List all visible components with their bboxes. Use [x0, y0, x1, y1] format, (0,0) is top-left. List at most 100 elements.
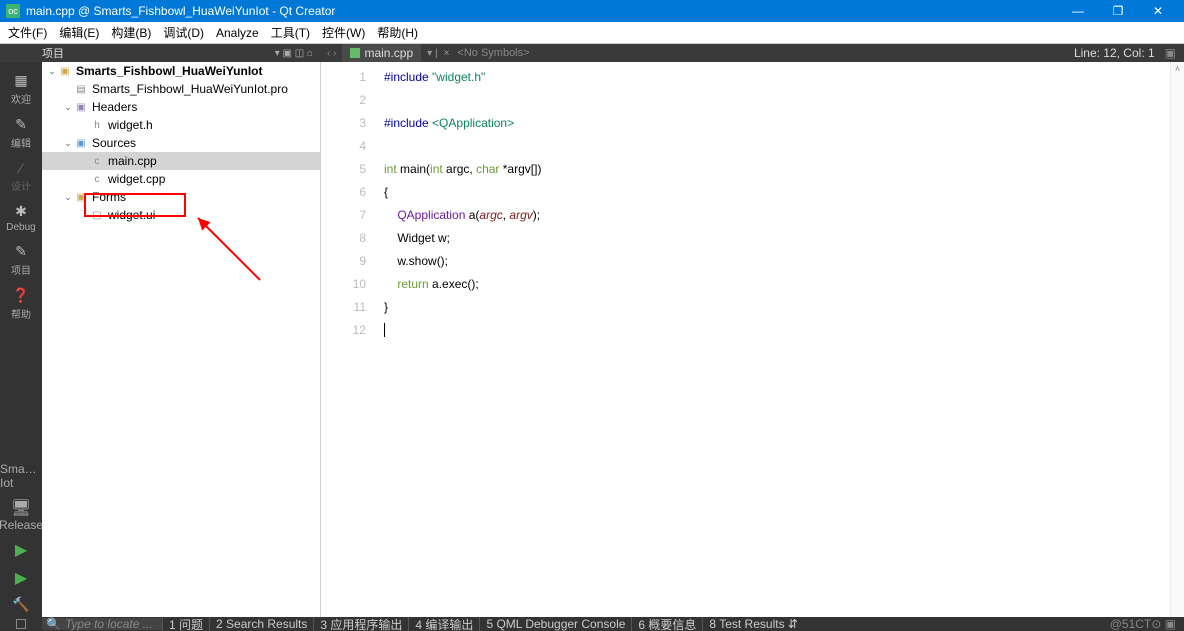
tree-main-cpp[interactable]: c main.cpp — [42, 152, 320, 170]
menu-build[interactable]: 构建(B) — [105, 22, 157, 44]
mode-projects[interactable]: ✎项目 — [0, 239, 42, 283]
expand-icon[interactable]: ⌄ — [46, 66, 58, 77]
menu-edit[interactable]: 编辑(E) — [53, 22, 105, 44]
tree-label: Forms — [92, 190, 126, 204]
tree-label: main.cpp — [108, 154, 157, 168]
mode-edit[interactable]: ✎编辑 — [0, 112, 42, 156]
tree-label: Smarts_Fishbowl_HuaWeiYunIot.pro — [92, 82, 288, 96]
welcome-icon: ▦ — [14, 72, 27, 89]
tree-sources[interactable]: ⌄ ▣ Sources — [42, 134, 320, 152]
tree-label: widget.cpp — [108, 172, 165, 186]
menu-file[interactable]: 文件(F) — [2, 22, 53, 44]
h-file-icon: h — [90, 118, 104, 132]
symbols-dropdown[interactable]: <No Symbols> — [449, 47, 537, 59]
footer-test-results[interactable]: 8 Test Results ⇵ — [702, 617, 804, 631]
nav-arrows[interactable]: ‹ › — [321, 48, 342, 59]
expand-icon[interactable]: ⌄ — [62, 138, 74, 149]
mode-help[interactable]: ❓帮助 — [0, 283, 42, 327]
close-button[interactable]: ✕ — [1138, 0, 1178, 22]
project-panel-icons[interactable]: ▾ ▣ ◫ ⌂ — [275, 48, 321, 59]
pro-file-icon: ▤ — [74, 82, 88, 96]
footer-search-results[interactable]: 2 Search Results — [209, 617, 313, 631]
code-area[interactable]: #include "widget.h" #include <QApplicati… — [376, 62, 1184, 617]
toolbar-left: 项目 ▾ ▣ ◫ ⌂ — [0, 44, 321, 62]
cpp-file-icon — [350, 48, 360, 58]
project-panel-label: 项目 — [42, 45, 64, 61]
footer-issues[interactable]: 1 问题 — [162, 617, 209, 631]
tree-headers[interactable]: ⌄ ▣ Headers — [42, 98, 320, 116]
mode-design[interactable]: ∕设计 — [0, 156, 42, 199]
menu-widgets[interactable]: 控件(W) — [316, 22, 371, 44]
scroll-up-icon[interactable]: ˄ — [1171, 62, 1184, 76]
mode-debug[interactable]: ✱Debug — [0, 199, 42, 239]
tree-widget-ui[interactable]: ▢ widget.ui — [42, 206, 320, 224]
toolbar-right: Line: 12, Col: 1 ▣ — [1066, 44, 1184, 62]
cpp-file-icon: c — [90, 154, 104, 168]
monitor-icon: 🖥 — [11, 498, 31, 518]
tree-pro-file[interactable]: ▤ Smarts_Fishbowl_HuaWeiYunIot.pro — [42, 80, 320, 98]
play-bug-icon: ▶ — [15, 568, 27, 588]
toolbar-mid: ‹ › main.cpp ▾ | × <No Symbols> — [321, 44, 1066, 62]
menu-analyze[interactable]: Analyze — [210, 22, 265, 44]
titlebar: oc main.cpp @ Smarts_Fishbowl_HuaWeiYunI… — [0, 0, 1184, 22]
tree-widget-h[interactable]: h widget.h — [42, 116, 320, 134]
hammer-icon: 🔨 — [12, 596, 29, 613]
play-icon: ▶ — [15, 540, 27, 560]
edit-icon: ✎ — [15, 116, 27, 133]
target-selector[interactable]: 🖥Release — [0, 494, 42, 536]
mode-welcome[interactable]: ▦欢迎 — [0, 68, 42, 112]
close-doc-button[interactable]: ▾ | — [427, 48, 437, 59]
line-gutter: 1 2 3 4 5 6 7 8 9 10 11 12 — [321, 62, 376, 617]
sidebar-toggle[interactable] — [0, 619, 42, 629]
text-cursor — [384, 323, 388, 337]
debug-icon: ✱ — [15, 203, 27, 220]
open-doc-main[interactable]: main.cpp — [342, 44, 421, 62]
footer-compile-output[interactable]: 4 编译输出 — [408, 617, 479, 631]
build-button[interactable]: 🔨 — [0, 592, 42, 617]
tree-project-root[interactable]: ⌄ ▣ Smarts_Fishbowl_HuaWeiYunIot — [42, 62, 320, 80]
ui-file-icon: ▢ — [90, 208, 104, 222]
expand-icon[interactable]: ⌄ — [62, 192, 74, 203]
minimize-button[interactable]: — — [1058, 0, 1098, 22]
menu-tools[interactable]: 工具(T) — [265, 22, 316, 44]
open-documents: main.cpp — [342, 44, 421, 62]
line-col-indicator: Line: 12, Col: 1 — [1074, 46, 1155, 60]
app-icon: oc — [6, 4, 20, 18]
kit-selector[interactable]: Sma…Iot — [0, 458, 42, 494]
project-icon: ▣ — [58, 64, 72, 78]
tree-forms[interactable]: ⌄ ▣ Forms — [42, 188, 320, 206]
menu-debug[interactable]: 调试(D) — [157, 22, 210, 44]
run-button[interactable]: ▶ — [0, 536, 42, 564]
folder-icon: ▣ — [74, 190, 88, 204]
tree-label: widget.h — [108, 118, 153, 132]
maximize-button[interactable]: ❐ — [1098, 0, 1138, 22]
locator-placeholder: Type to locate ... — [65, 617, 153, 631]
menubar: 文件(F) 编辑(E) 构建(B) 调试(D) Analyze 工具(T) 控件… — [0, 22, 1184, 44]
folder-icon: ▣ — [74, 100, 88, 114]
footer-app-output[interactable]: 3 应用程序输出 — [313, 617, 408, 631]
tree-widget-cpp[interactable]: c widget.cpp — [42, 170, 320, 188]
project-tree: ⌄ ▣ Smarts_Fishbowl_HuaWeiYunIot ▤ Smart… — [42, 62, 321, 617]
mode-bar: ▦欢迎 ✎编辑 ∕设计 ✱Debug ✎项目 ❓帮助 Sma…Iot 🖥Rele… — [0, 62, 42, 617]
editor[interactable]: 1 2 3 4 5 6 7 8 9 10 11 12 #include "wid… — [321, 62, 1184, 617]
open-doc-label: main.cpp — [364, 46, 413, 60]
toolbar: 项目 ▾ ▣ ◫ ⌂ ‹ › main.cpp ▾ | × <No Symbol… — [0, 44, 1184, 62]
split-icon[interactable]: ▣ — [1165, 46, 1176, 60]
cpp-file-icon: c — [90, 172, 104, 186]
design-icon: ∕ — [20, 160, 22, 176]
status-bar: 🔍 Type to locate ... 1 问题 2 Search Resul… — [0, 617, 1184, 631]
debug-run-button[interactable]: ▶ — [0, 564, 42, 592]
vertical-scrollbar[interactable]: ˄ — [1170, 62, 1184, 617]
menu-help[interactable]: 帮助(H) — [371, 22, 424, 44]
footer-general[interactable]: 6 概要信息 — [631, 617, 702, 631]
main-area: ▦欢迎 ✎编辑 ∕设计 ✱Debug ✎项目 ❓帮助 Sma…Iot 🖥Rele… — [0, 62, 1184, 617]
locator-input[interactable]: 🔍 Type to locate ... — [42, 618, 162, 630]
footer-watermark: @51CT⊙ ▣ — [1102, 617, 1184, 631]
tree-label: Sources — [92, 136, 136, 150]
tree-label: widget.ui — [108, 208, 155, 222]
help-icon: ❓ — [12, 287, 29, 304]
tree-label: Smarts_Fishbowl_HuaWeiYunIot — [76, 64, 262, 78]
footer-qml-console[interactable]: 5 QML Debugger Console — [479, 617, 631, 631]
expand-icon[interactable]: ⌄ — [62, 102, 74, 113]
search-icon: 🔍 — [46, 617, 61, 631]
